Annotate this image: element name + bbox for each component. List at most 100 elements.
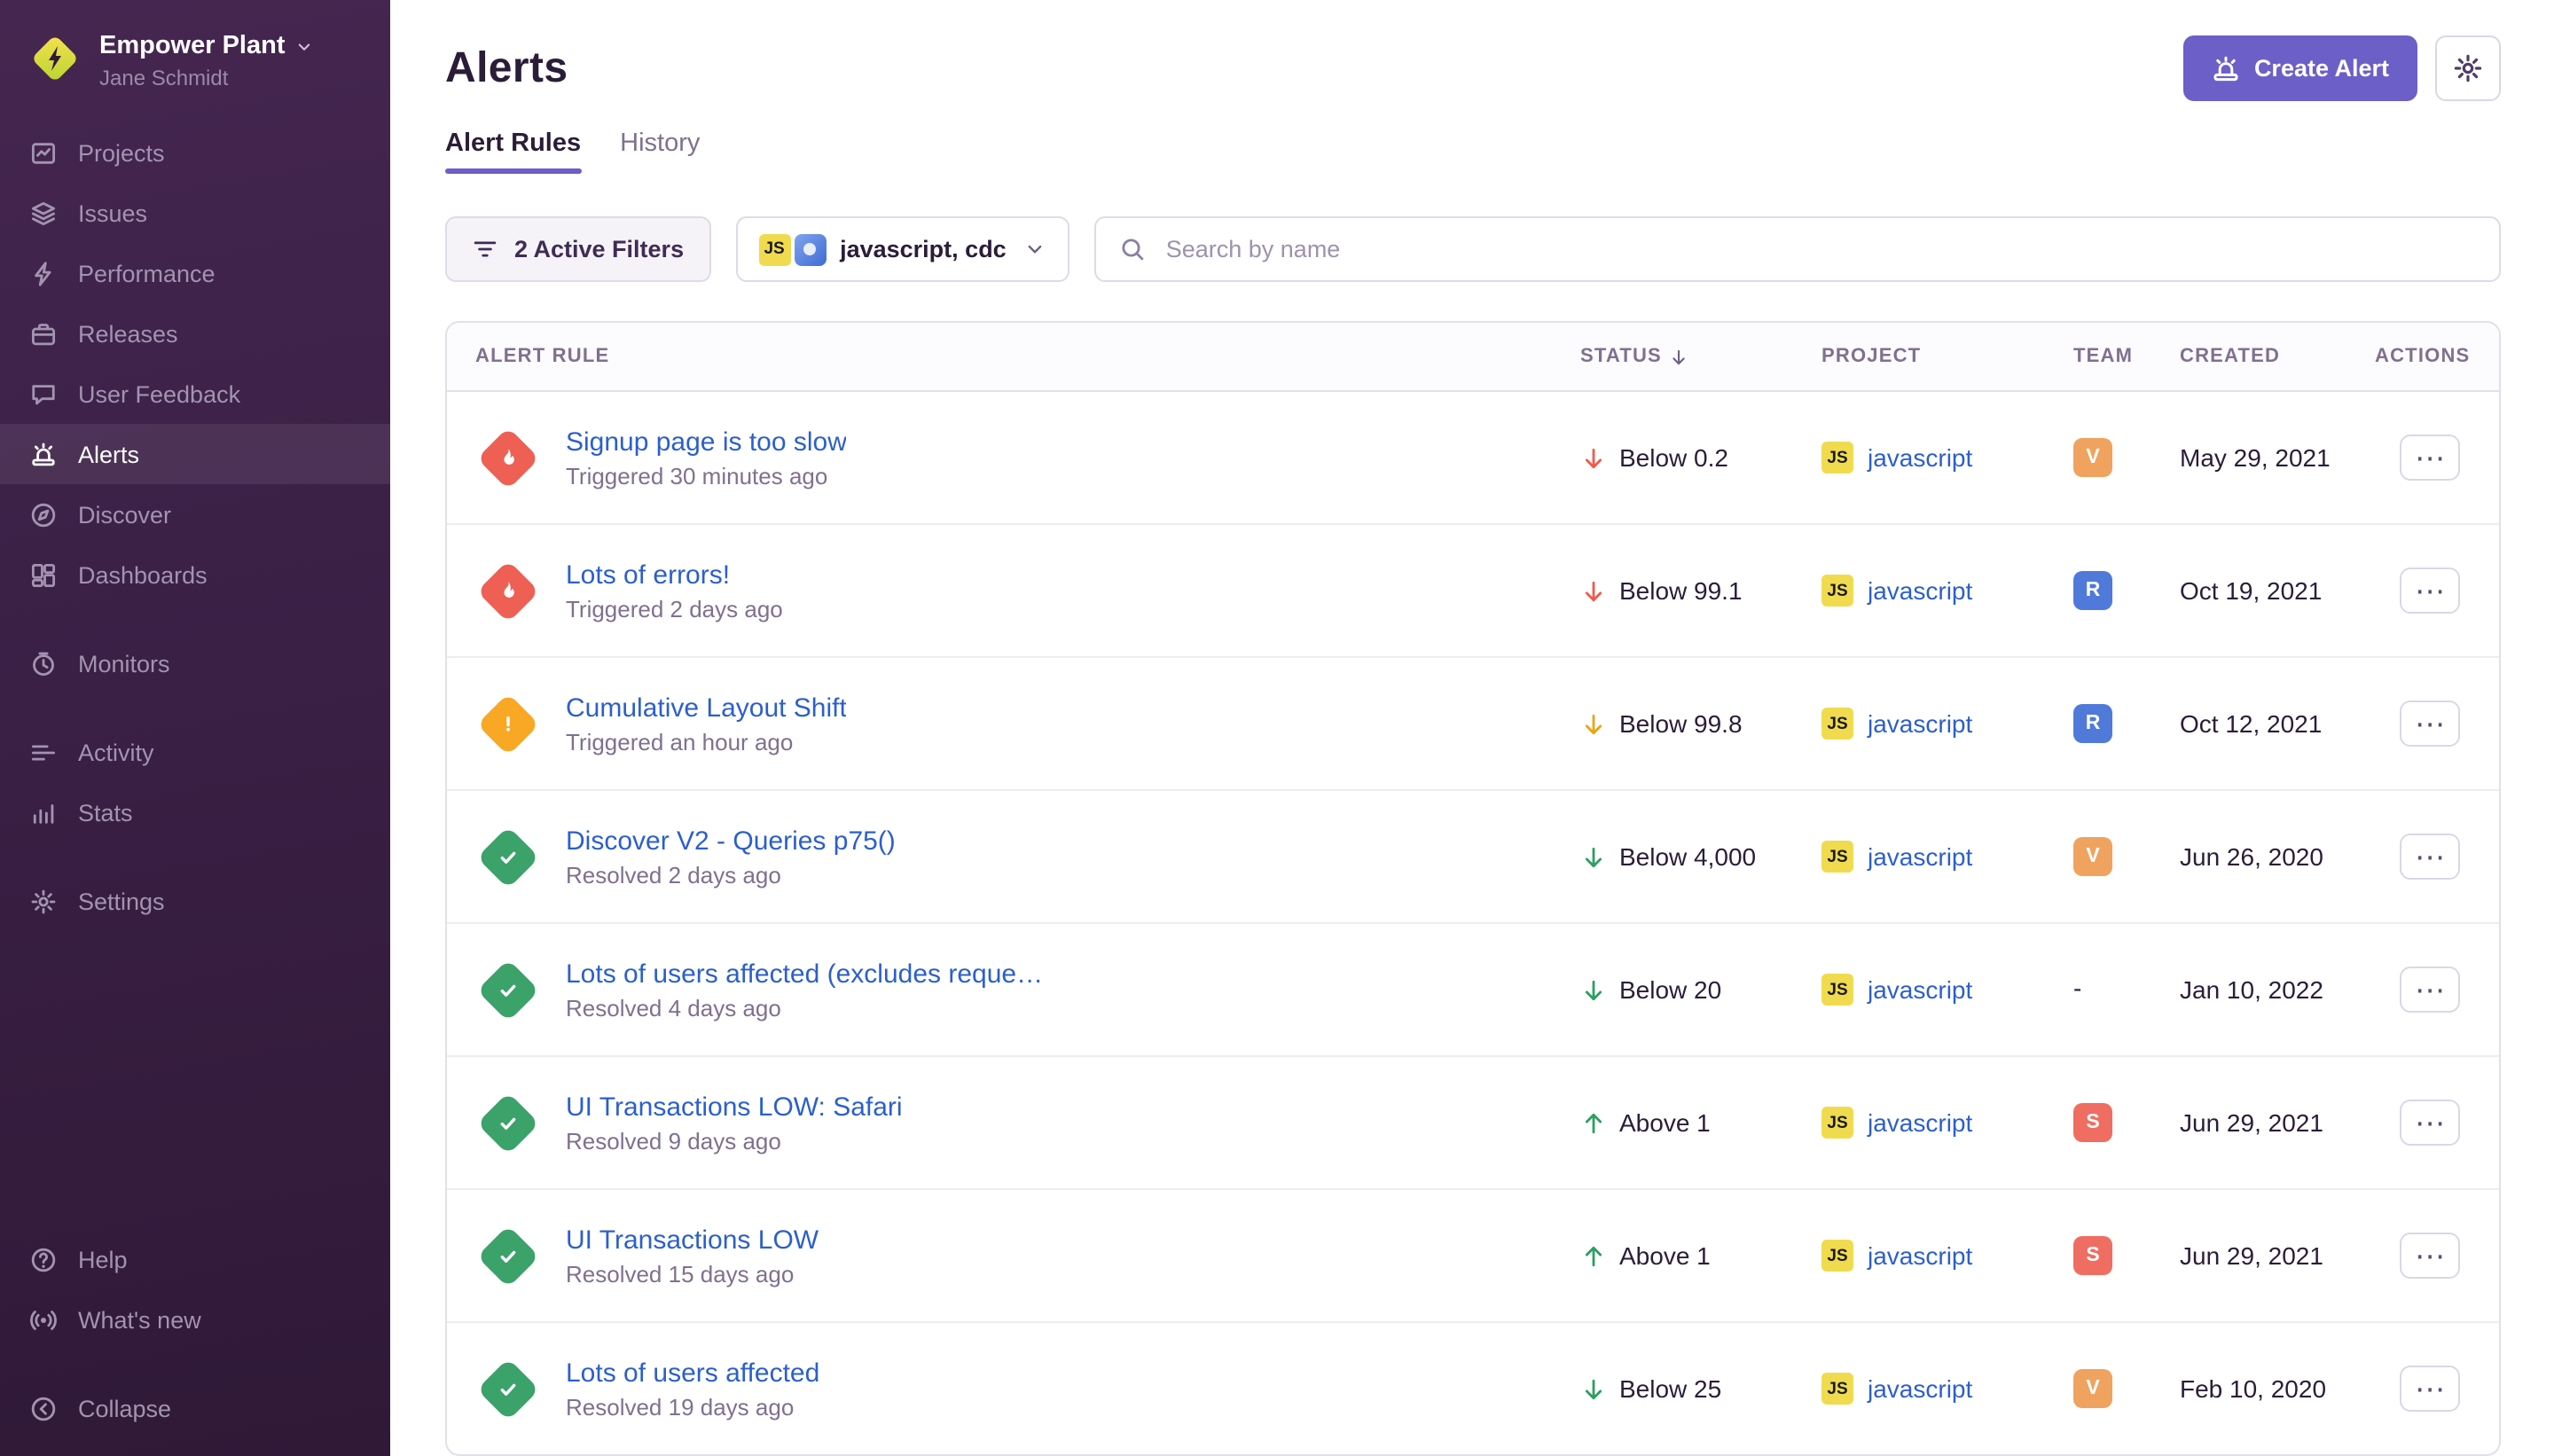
- status-cell: Below 4,000: [1580, 842, 1821, 871]
- sidebar-nav-group: Monitors: [0, 633, 390, 693]
- sidebar-item-monitors[interactable]: Monitors: [0, 633, 390, 693]
- issues-icon: [28, 199, 57, 227]
- page-header: Alerts Create Alert: [445, 35, 2501, 101]
- row-actions-button[interactable]: ⋯: [2400, 701, 2460, 747]
- column-header-status[interactable]: Status: [1580, 346, 1821, 367]
- sidebar-item-help[interactable]: Help: [0, 1229, 390, 1289]
- column-header-actions[interactable]: Actions: [2375, 346, 2499, 367]
- project-selector[interactable]: JS javascript, cdc: [735, 216, 1070, 282]
- team-cell: V: [2073, 1369, 2180, 1408]
- alert-rule-link[interactable]: UI Transactions LOW: Safari: [566, 1092, 903, 1122]
- active-filters-button[interactable]: 2 Active Filters: [445, 216, 710, 282]
- column-header-label: Project: [1821, 346, 1921, 367]
- column-header-label: Created: [2180, 346, 2280, 367]
- table-body: Signup page is too slowTriggered 30 minu…: [447, 392, 2499, 1456]
- project-link[interactable]: javascript: [1868, 1374, 1972, 1403]
- alert-rule-link[interactable]: Signup page is too slow: [566, 427, 847, 457]
- project-link[interactable]: javascript: [1868, 842, 1972, 871]
- sidebar-nav-group: Settings: [0, 871, 390, 931]
- sidebar-item-user-feedback[interactable]: User Feedback: [0, 364, 390, 424]
- ellipsis-icon: ⋯: [2415, 575, 2445, 606]
- alert-severity-warning: [475, 691, 541, 756]
- row-actions-button[interactable]: ⋯: [2400, 568, 2460, 614]
- org-switcher[interactable]: Empower Plant Jane Schmidt: [0, 21, 390, 98]
- user-feedback-icon: [28, 380, 57, 408]
- row-actions-button[interactable]: ⋯: [2400, 1100, 2460, 1146]
- row-actions-button[interactable]: ⋯: [2400, 1366, 2460, 1412]
- javascript-platform-icon: JS: [1821, 841, 1853, 873]
- sidebar-nav-group: ProjectsIssuesPerformanceReleasesUser Fe…: [0, 122, 390, 605]
- alert-rule-link[interactable]: Lots of users affected: [566, 1358, 819, 1388]
- team-badge[interactable]: S: [2073, 1103, 2112, 1142]
- settings-icon: [28, 887, 57, 915]
- column-header-created[interactable]: Created: [2180, 346, 2375, 367]
- sidebar-item-issues[interactable]: Issues: [0, 183, 390, 243]
- check-icon: [497, 978, 520, 1001]
- sidebar-item-releases[interactable]: Releases: [0, 303, 390, 364]
- project-cell: JSjavascript: [1821, 708, 2073, 740]
- sidebar-item-settings[interactable]: Settings: [0, 871, 390, 931]
- status-arrow-down-icon: [1580, 577, 1607, 604]
- projects-icon: [28, 138, 57, 167]
- sidebar-item-activity[interactable]: Activity: [0, 722, 390, 782]
- team-badge[interactable]: V: [2073, 837, 2112, 876]
- settings-button[interactable]: [2435, 35, 2501, 101]
- row-actions-button[interactable]: ⋯: [2400, 434, 2460, 481]
- alert-rule-link[interactable]: Lots of errors!: [566, 560, 783, 590]
- tab-history[interactable]: History: [620, 129, 700, 174]
- row-actions-button[interactable]: ⋯: [2400, 967, 2460, 1013]
- sidebar-item-projects[interactable]: Projects: [0, 122, 390, 183]
- tab-alert-rules[interactable]: Alert Rules: [445, 129, 581, 174]
- alert-rule-link[interactable]: UI Transactions LOW: [566, 1225, 819, 1255]
- tab-label: Alert Rules: [445, 129, 581, 158]
- sidebar-item-label: Help: [78, 1246, 128, 1272]
- sidebar-item-label: Settings: [78, 888, 165, 914]
- project-link[interactable]: javascript: [1868, 1241, 1972, 1270]
- team-badge[interactable]: V: [2073, 438, 2112, 477]
- project-link[interactable]: javascript: [1868, 975, 1972, 1004]
- ellipsis-icon: ⋯: [2415, 1374, 2445, 1404]
- column-header-alert-rule[interactable]: Alert Rule: [447, 346, 1580, 367]
- team-badge[interactable]: V: [2073, 1369, 2112, 1408]
- status-text: Below 99.1: [1619, 576, 1743, 605]
- alert-rules-table: Alert RuleStatusProject TeamCreated Action…: [445, 321, 2501, 1456]
- main-content: Alerts Create Alert Alert Rules History: [390, 0, 2554, 1456]
- project-link[interactable]: javascript: [1868, 1108, 1972, 1137]
- create-alert-button[interactable]: Create Alert: [2183, 35, 2417, 101]
- created-date: Jun 29, 2021: [2180, 1108, 2375, 1137]
- alert-rule-text: Lots of users affectedResolved 19 days a…: [566, 1358, 819, 1420]
- row-actions-button[interactable]: ⋯: [2400, 1233, 2460, 1279]
- status-arrow-up-icon: [1580, 1242, 1607, 1269]
- sidebar-item-discover[interactable]: Discover: [0, 484, 390, 544]
- sidebar-item-what-s-new[interactable]: What's new: [0, 1289, 390, 1350]
- team-badge[interactable]: R: [2073, 704, 2112, 743]
- search-input[interactable]: [1163, 234, 2476, 264]
- alert-rule-link[interactable]: Discover V2 - Queries p75(): [566, 826, 896, 856]
- actions-cell: ⋯: [2375, 834, 2499, 880]
- alert-rule-link[interactable]: Cumulative Layout Shift: [566, 693, 847, 723]
- project-link[interactable]: javascript: [1868, 576, 1972, 605]
- status-text: Below 25: [1619, 1374, 1721, 1403]
- check-icon: [497, 1377, 520, 1400]
- column-header-team[interactable]: Team: [2073, 346, 2180, 367]
- created-date: Jan 10, 2022: [2180, 975, 2375, 1004]
- status-arrow-down-icon: [1580, 1375, 1607, 1402]
- team-cell: S: [2073, 1236, 2180, 1275]
- sidebar-item-collapse[interactable]: Collapse: [0, 1378, 390, 1438]
- team-badge[interactable]: S: [2073, 1236, 2112, 1275]
- discover-icon: [28, 500, 57, 528]
- sidebar-item-alerts[interactable]: Alerts: [0, 424, 390, 484]
- sidebar-item-dashboards[interactable]: Dashboards: [0, 544, 390, 605]
- javascript-platform-icon: JS: [1821, 1373, 1853, 1405]
- sidebar-item-stats[interactable]: Stats: [0, 782, 390, 842]
- status-cell: Above 1: [1580, 1241, 1821, 1270]
- row-actions-button[interactable]: ⋯: [2400, 834, 2460, 880]
- alert-rule-link[interactable]: Lots of users affected (excludes reque…: [566, 959, 1043, 989]
- team-badge[interactable]: R: [2073, 571, 2112, 610]
- column-header-project[interactable]: Project: [1821, 346, 2073, 367]
- project-link[interactable]: javascript: [1868, 443, 1972, 472]
- alert-rule-row: Discover V2 - Queries p75()Resolved 2 da…: [447, 791, 2499, 924]
- project-link[interactable]: javascript: [1868, 709, 1972, 738]
- sidebar-item-performance[interactable]: Performance: [0, 243, 390, 303]
- actions-cell: ⋯: [2375, 1100, 2499, 1146]
